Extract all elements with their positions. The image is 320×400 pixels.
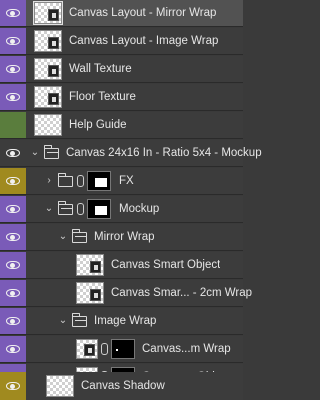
layer-name[interactable]: Canvas Layout - Mirror Wrap (69, 0, 216, 26)
layer-thumbnail (33, 1, 63, 25)
layer-thumbnail (34, 58, 62, 80)
layer-thumbnail (34, 30, 62, 52)
group-name[interactable]: Mockup (119, 196, 159, 222)
eye-icon (6, 93, 20, 101)
layer-thumbnail (76, 254, 104, 276)
visibility-toggle[interactable] (0, 196, 26, 222)
eye-icon (6, 345, 20, 353)
folder-icon (43, 145, 59, 159)
visibility-toggle[interactable] (0, 252, 26, 278)
layer-row[interactable]: Canvas Smar... - 2cm Wrap (0, 280, 252, 307)
visibility-toggle[interactable] (0, 112, 26, 138)
layer-mask-thumbnail (87, 199, 111, 219)
group-row[interactable]: › FX (0, 168, 243, 195)
layer-thumbnail (34, 86, 62, 108)
layer-name[interactable]: Wall Texture (69, 56, 132, 82)
visibility-toggle[interactable] (0, 84, 26, 110)
layer-name[interactable]: Floor Texture (69, 84, 136, 110)
folder-icon (71, 313, 87, 327)
visibility-toggle[interactable] (0, 140, 26, 166)
layer-row[interactable]: Canvas...m Wrap (0, 336, 243, 363)
layer-mask-thumbnail (87, 171, 111, 191)
group-row[interactable]: ⌄ Image Wrap (0, 308, 243, 335)
eye-icon (6, 205, 20, 213)
visibility-toggle[interactable] (0, 0, 26, 26)
layer-name[interactable]: Canvas Smart Object (111, 252, 220, 278)
layer-name[interactable]: Help Guide (69, 112, 127, 138)
layer-row[interactable]: Canvas Shadow (0, 372, 243, 400)
eye-icon (6, 177, 20, 185)
visibility-toggle[interactable] (0, 372, 26, 400)
visibility-toggle[interactable] (0, 56, 26, 82)
eye-icon (6, 382, 20, 390)
eye-icon (6, 65, 20, 73)
layer-row[interactable]: Canvas Layout - Image Wrap (0, 28, 243, 55)
chevron-down-icon[interactable]: ⌄ (58, 224, 68, 250)
eye-icon (6, 233, 20, 241)
group-name[interactable]: FX (119, 168, 134, 194)
layer-row[interactable]: Wall Texture (0, 56, 243, 83)
layer-name[interactable]: Canvas Shadow (81, 372, 165, 400)
layer-mask-thumbnail (111, 339, 135, 359)
chevron-right-icon[interactable]: › (44, 168, 54, 194)
chain-link-icon[interactable] (77, 203, 84, 215)
layer-thumbnail (46, 375, 74, 397)
group-name[interactable]: Mirror Wrap (94, 224, 154, 250)
layer-row[interactable]: Floor Texture (0, 84, 243, 111)
layer-row[interactable]: Help Guide (0, 112, 243, 139)
visibility-toggle[interactable] (0, 28, 26, 54)
eye-icon (6, 37, 20, 45)
group-name[interactable]: Image Wrap (94, 308, 156, 334)
layer-name[interactable]: Canvas...m Wrap (142, 336, 231, 362)
chevron-down-icon[interactable]: ⌄ (58, 308, 68, 334)
eye-icon (6, 317, 20, 325)
chevron-down-icon[interactable]: ⌄ (30, 140, 40, 166)
visibility-toggle[interactable] (0, 224, 26, 250)
group-name[interactable]: Canvas 24x16 In - Ratio 5x4 - Mockup (66, 140, 262, 166)
layer-thumbnail (76, 282, 104, 304)
group-row[interactable]: ⌄ Mirror Wrap (0, 224, 243, 251)
chevron-down-icon[interactable]: ⌄ (44, 196, 54, 222)
chain-link-icon[interactable] (101, 343, 108, 355)
chain-link-icon[interactable] (77, 175, 84, 187)
layers-panel: Canvas Layout - Mirror Wrap Canvas Layou… (0, 0, 262, 400)
layer-thumbnail (34, 114, 62, 136)
layer-thumbnail (76, 339, 98, 359)
visibility-toggle[interactable] (0, 168, 26, 194)
visibility-toggle[interactable] (0, 308, 26, 334)
eye-icon (6, 9, 20, 17)
layer-name[interactable]: Canvas Layout - Image Wrap (69, 28, 218, 54)
layer-row[interactable]: Canvas Smart Object (0, 252, 243, 279)
layer-row[interactable]: Canvas Layout - Mirror Wrap (0, 0, 243, 27)
eye-icon (6, 261, 20, 269)
folder-icon (57, 201, 73, 215)
visibility-toggle[interactable] (0, 280, 26, 306)
folder-icon (57, 173, 73, 187)
folder-icon (71, 229, 87, 243)
layer-name[interactable]: Canvas Smar... - 2cm Wrap (111, 280, 252, 306)
group-row[interactable]: ⌄ Canvas 24x16 In - Ratio 5x4 - Mockup (0, 140, 262, 167)
visibility-toggle[interactable] (0, 336, 26, 362)
group-row[interactable]: ⌄ Mockup (0, 196, 243, 223)
eye-icon (6, 149, 20, 157)
eye-icon (6, 289, 20, 297)
